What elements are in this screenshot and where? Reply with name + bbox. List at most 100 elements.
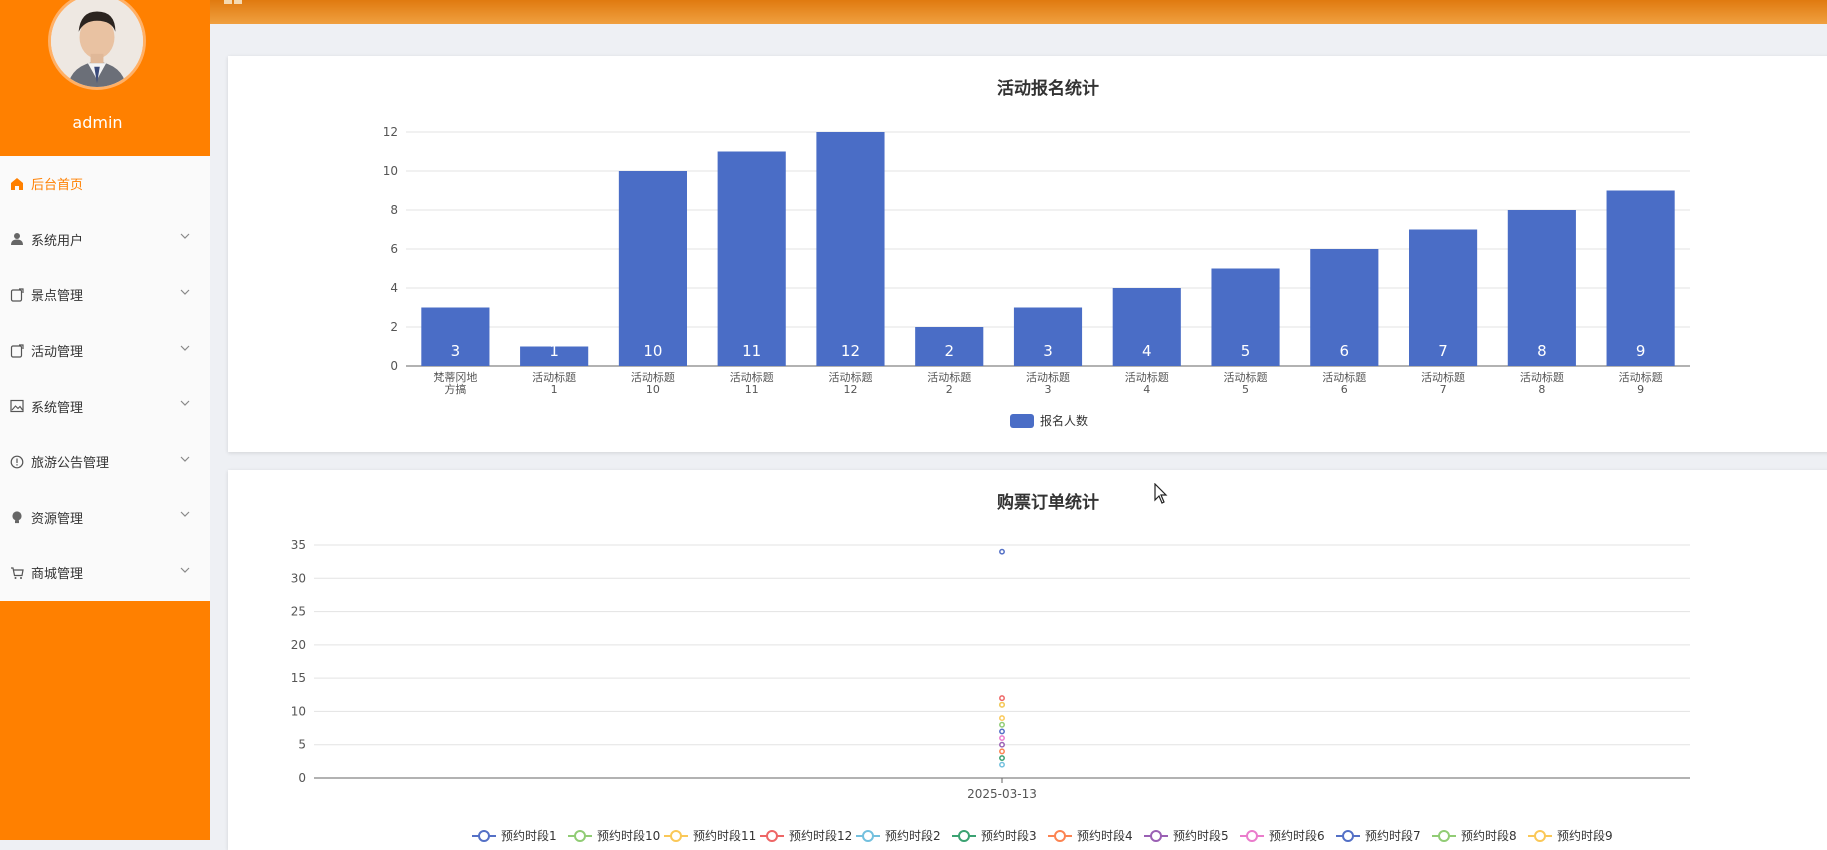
chevron-down-icon[interactable] [180,565,190,575]
legend-swatch [1010,414,1034,428]
x-tick-label: 活动标题 [730,370,774,384]
bar-data-label: 1 [549,342,559,360]
sidebar-item-6[interactable]: 旅游公告管理 [0,434,210,490]
legend-label: 预约时段8 [1461,828,1517,843]
legend-label: 预约时段3 [981,828,1037,843]
legend-label: 预约时段5 [1173,828,1229,843]
user-icon [10,232,24,246]
chevron-down-icon[interactable] [180,398,190,408]
ticket-order-card: 购票订单统计 0 5 10 15 20 25 30 35 2025-03-13 预约时段1 预约时段… [228,470,1827,850]
x-tick-label: 活动标题 [828,370,872,384]
ticket-line-chart: 0 5 10 15 20 25 30 35 2025-03-13 预约时段1 预约时段10 预约时段1… [291,538,1690,843]
bar-data-label: 7 [1438,342,1448,360]
image-icon [10,399,24,413]
x-tick-label: 12 [843,383,857,396]
y-tick-label: 0 [298,771,306,785]
sidebar-item-7[interactable]: 资源管理 [0,490,210,546]
sidebar-item-3[interactable]: 景点管理 [0,267,210,323]
chevron-down-icon[interactable] [180,509,190,519]
x-tick-label: 2 [946,383,953,396]
y-tick-label: 6 [390,242,398,256]
legend-label: 预约时段10 [597,828,660,843]
legend-label: 预约时段9 [1557,828,1613,843]
sidebar-item-label: 商城管理 [31,567,84,583]
signup-bar-chart: 0246810123梵蒂冈地方搞1活动标题110活动标题1011活动标题1112… [383,125,1690,428]
data-point [999,715,1005,722]
y-tick-label: 10 [291,704,306,718]
profile-panel: admin [0,0,210,156]
bar-data-label: 8 [1537,342,1547,360]
x-tick-label: 6 [1341,383,1348,396]
sidebar-item-1[interactable]: 后台首页 [0,156,210,212]
y-tick-label: 4 [390,281,398,295]
avatar[interactable] [48,0,146,90]
data-point [999,721,1005,728]
data-point [999,701,1005,708]
bar-data-label: 5 [1241,342,1251,360]
legend-label: 预约时段4 [1077,828,1133,843]
data-point [999,748,1005,755]
bar [618,171,687,366]
x-tick-label: 4 [1143,383,1150,396]
sidebar-menu: 后台首页系统用户景点管理活动管理系统管理旅游公告管理资源管理商城管理 [0,156,210,601]
chevron-down-icon[interactable] [180,231,190,241]
avatar-image [51,0,143,87]
x-tick-label: 活动标题 [1421,370,1465,384]
data-point [999,548,1005,555]
bar [1606,190,1675,366]
x-tick-label: 7 [1440,383,1447,396]
sidebar-item-label: 后台首页 [31,178,84,194]
y-tick-label: 0 [390,359,398,373]
sidebar-item-label: 活动管理 [31,345,84,361]
data-point [999,755,1005,761]
bar-data-label: 11 [742,342,761,360]
legend-label: 报名人数 [1040,413,1088,428]
bar-data-label: 3 [451,342,461,360]
chevron-down-icon[interactable] [180,454,190,464]
sidebar-item-4[interactable]: 活动管理 [0,323,210,379]
bar-data-label: 9 [1636,342,1646,360]
mouse-cursor-icon [1154,483,1168,504]
bulb-icon [10,510,24,524]
info-icon [10,455,24,469]
x-tick-label: 8 [1538,383,1545,396]
legend-label: 预约时段11 [693,828,756,843]
sidebar-item-label: 系统用户 [31,233,84,249]
y-tick-label: 10 [383,164,398,178]
x-tick-label: 活动标题 [1125,370,1169,384]
document-icon [10,288,24,302]
y-tick-label: 15 [291,671,306,685]
bar-data-label: 12 [841,342,860,360]
bar [816,132,885,366]
x-tick-label: 活动标题 [532,370,576,384]
legend-label: 预约时段2 [885,828,941,843]
document-icon [10,343,24,358]
x-tick-label: 方搞 [444,382,466,396]
sidebar-item-label: 系统管理 [31,400,84,416]
chevron-down-icon[interactable] [180,343,190,353]
sidebar-item-label: 旅游公告管理 [31,456,110,472]
data-point [999,695,1005,702]
sidebar-item-8[interactable]: 商城管理 [0,545,210,601]
x-tick-label: 活动标题 [927,370,971,384]
cart-icon [10,566,24,580]
x-tick-label: 11 [745,383,759,396]
data-point [999,761,1005,768]
bar-data-label: 3 [1043,342,1053,360]
x-tick-label: 3 [1045,383,1052,396]
data-point [999,735,1005,742]
data-point [999,728,1005,735]
x-tick-label: 5 [1242,383,1249,396]
menu-toggle-icon[interactable] [224,0,244,6]
y-tick-label: 25 [291,605,306,619]
bar-data-label: 6 [1340,342,1350,360]
bar [717,151,786,366]
sidebar-item-2[interactable]: 系统用户 [0,212,210,268]
data-point [999,741,1005,748]
home-icon [10,177,24,191]
x-tick-label: 9 [1637,383,1644,396]
sidebar-item-5[interactable]: 系统管理 [0,378,210,434]
username: admin [72,113,123,132]
chevron-down-icon[interactable] [180,287,190,297]
legend-label: 预约时段6 [1269,828,1325,843]
